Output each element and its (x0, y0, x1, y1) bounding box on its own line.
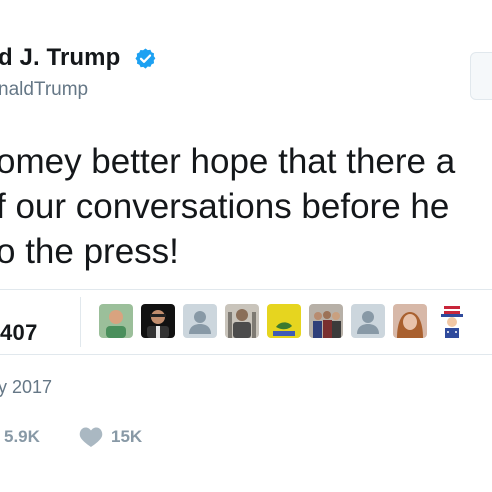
display-name[interactable]: d J. Trump (0, 44, 120, 72)
retweet-action[interactable]: 5.9K (0, 425, 40, 449)
retweet-count: 5.9K (4, 427, 40, 446)
tweet-line: o the press! (0, 232, 179, 271)
avatar-2[interactable] (141, 304, 175, 338)
tweet-card: d J. Trump naldTrump omey better hope th… (0, 0, 492, 492)
like-action[interactable]: 15K (79, 425, 142, 449)
avatar-5[interactable] (267, 304, 301, 338)
tweet-date[interactable]: y 2017 (0, 377, 52, 398)
user-handle[interactable]: naldTrump (0, 79, 88, 101)
tweet-line: omey better hope that there a (0, 142, 456, 181)
likes-count[interactable]: 407 (0, 320, 38, 346)
stats-divider-bottom (0, 354, 492, 355)
follow-button[interactable] (470, 52, 492, 100)
tweet-line: f our conversations before he (0, 187, 450, 226)
like-count: 15K (111, 427, 143, 446)
heart-icon (79, 427, 103, 447)
avatar-6[interactable] (309, 304, 343, 338)
avatar-3[interactable] (183, 304, 217, 338)
stats-divider-top (0, 289, 492, 290)
avatar-7[interactable] (351, 304, 385, 338)
avatar-4[interactable] (225, 304, 259, 338)
tweet-text: omey better hope that there a f our conv… (0, 139, 455, 274)
avatar-1[interactable] (99, 304, 133, 338)
verified-badge-icon (135, 48, 156, 69)
stats-separator (80, 297, 81, 347)
avatar-8[interactable] (393, 304, 427, 338)
avatar-9[interactable] (435, 304, 469, 338)
